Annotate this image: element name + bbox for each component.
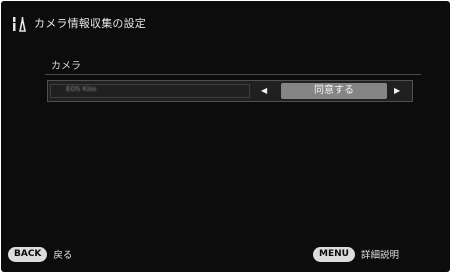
camera-settings-screen: カメラ情報収集の設定 カメラ EOS Kiss ◀ 同意する ▶ BACK 戻る… — [1, 1, 450, 272]
setting-value[interactable]: 同意する — [281, 83, 387, 99]
tools-icon — [13, 17, 26, 32]
left-arrow-icon[interactable]: ◀ — [261, 86, 267, 96]
camera-setting-row[interactable]: EOS Kiss ◀ 同意する ▶ — [47, 80, 413, 102]
back-label: 戻る — [53, 250, 73, 261]
camera-model-name: EOS Kiss — [66, 85, 97, 93]
menu-button[interactable]: MENU — [313, 246, 355, 262]
section-label-camera: カメラ — [51, 61, 81, 72]
section-divider — [45, 74, 421, 75]
page-title: カメラ情報収集の設定 — [34, 17, 146, 30]
menu-control[interactable]: MENU 詳細説明 — [313, 246, 399, 262]
menu-help-label: 詳細説明 — [360, 250, 399, 261]
back-button[interactable]: BACK — [8, 246, 48, 262]
right-arrow-icon[interactable]: ▶ — [394, 86, 400, 96]
back-control[interactable]: BACK 戻る — [8, 246, 72, 262]
